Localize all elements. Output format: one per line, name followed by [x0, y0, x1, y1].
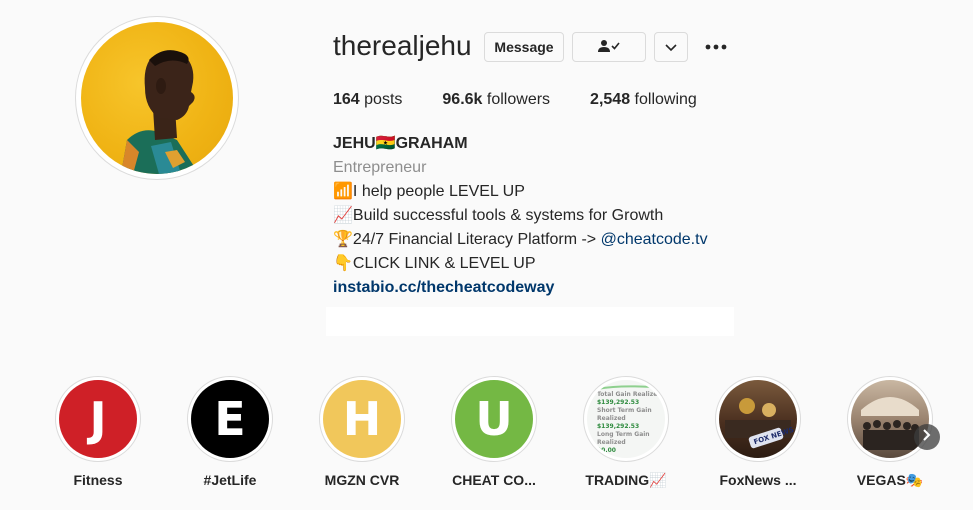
trading-preview-text: $0.00 [597, 447, 616, 454]
highlight-fitness[interactable]: J Fitness [48, 376, 148, 488]
highlight-trading[interactable]: Total Gain Realized $139,292.53 Short Te… [576, 376, 676, 489]
bio-website-link[interactable]: instabio.cc/thecheatcodeway [333, 279, 554, 296]
bio-line: 📈Build successful tools & systems for Gr… [333, 207, 664, 224]
avatar [81, 22, 233, 174]
highlight-cover: FOX NEWS [719, 380, 797, 458]
highlight-ring: E [187, 376, 273, 462]
profile-category: Entrepreneur [333, 159, 427, 176]
highlight-foxnews[interactable]: FOX NEWS FoxNews ... [708, 376, 808, 488]
highlight-label: VEGAS🎭 [856, 472, 924, 488]
posts-stat: 164 posts [333, 91, 402, 109]
bio-line: 📶I help people LEVEL UP [333, 183, 525, 200]
chart-line-graphic [597, 385, 653, 390]
trading-preview-text: Long Term Gain Realized [597, 431, 650, 446]
profile-full-name: JEHU🇬🇭GRAHAM [333, 135, 468, 152]
blank-panel [326, 307, 734, 336]
highlight-ring: U [451, 376, 537, 462]
mention-link[interactable]: @cheatcode.tv [601, 231, 708, 248]
profile-avatar-ring[interactable] [75, 16, 239, 180]
highlights-next-button[interactable] [914, 424, 940, 450]
highlight-label: CHEAT CO... [452, 472, 536, 488]
posts-label: posts [364, 91, 403, 108]
following-stat[interactable]: 2,548 following [590, 91, 697, 109]
highlight-ring: Total Gain Realized $139,292.53 Short Te… [583, 376, 669, 462]
highlight-label: MGZN CVR [324, 472, 400, 488]
followers-count: 96.6k [442, 91, 483, 108]
ellipsis-icon [705, 37, 727, 55]
highlight-label: Fitness [73, 472, 123, 488]
chevron-down-icon [665, 39, 677, 55]
highlight-label: TRADING📈 [585, 472, 667, 488]
highlight-cheat-code[interactable]: U CHEAT CO... [444, 376, 544, 488]
highlight-cover: Total Gain Realized $139,292.53 Short Te… [587, 380, 665, 458]
highlight-label: FoxNews ... [719, 472, 797, 488]
more-options-button[interactable] [704, 36, 728, 56]
highlight-cover: E [191, 380, 269, 458]
message-button[interactable]: Message [484, 32, 564, 62]
profile-stats: 164 posts 96.6k followers 2,548 followin… [333, 91, 737, 109]
trading-preview-text: Short Term Gain Realized [597, 407, 652, 422]
bio-line: 👇CLICK LINK & LEVEL UP [333, 255, 536, 272]
suggested-dropdown-button[interactable] [654, 32, 688, 62]
highlight-jetlife[interactable]: E #JetLife [180, 376, 280, 488]
highlight-mgzn-cvr[interactable]: H MGZN CVR [312, 376, 412, 488]
highlight-label: #JetLife [203, 472, 257, 488]
posts-count: 164 [333, 91, 360, 108]
followers-label: followers [486, 91, 551, 108]
highlight-ring [847, 376, 933, 462]
avatar-portrait [121, 50, 199, 174]
bio-line-text: 🏆24/7 Financial Literacy Platform -> [333, 231, 601, 248]
followers-stat[interactable]: 96.6k followers [442, 91, 550, 109]
profile-bio: JEHU🇬🇭GRAHAM Entrepreneur 📶I help people… [333, 132, 753, 300]
following-button[interactable] [572, 32, 646, 62]
person-check-icon [598, 39, 620, 56]
bio-line: 🏆24/7 Financial Literacy Platform -> @ch… [333, 228, 753, 252]
trading-preview-text: $139,292.53 [597, 399, 640, 406]
highlight-cover: U [455, 380, 533, 458]
highlight-cover: J [59, 380, 137, 458]
foxnews-photo [725, 398, 791, 449]
following-count: 2,548 [590, 91, 631, 108]
trading-preview-text: Total Gain Realized [597, 391, 662, 398]
highlight-cover: H [323, 380, 401, 458]
following-label: following [634, 91, 697, 108]
highlight-ring: H [319, 376, 405, 462]
trading-preview-text: $139,292.53 [597, 423, 640, 430]
highlight-ring: J [55, 376, 141, 462]
highlight-ring: FOX NEWS [715, 376, 801, 462]
profile-username: therealjehu [333, 30, 472, 61]
chevron-right-icon [923, 428, 931, 446]
